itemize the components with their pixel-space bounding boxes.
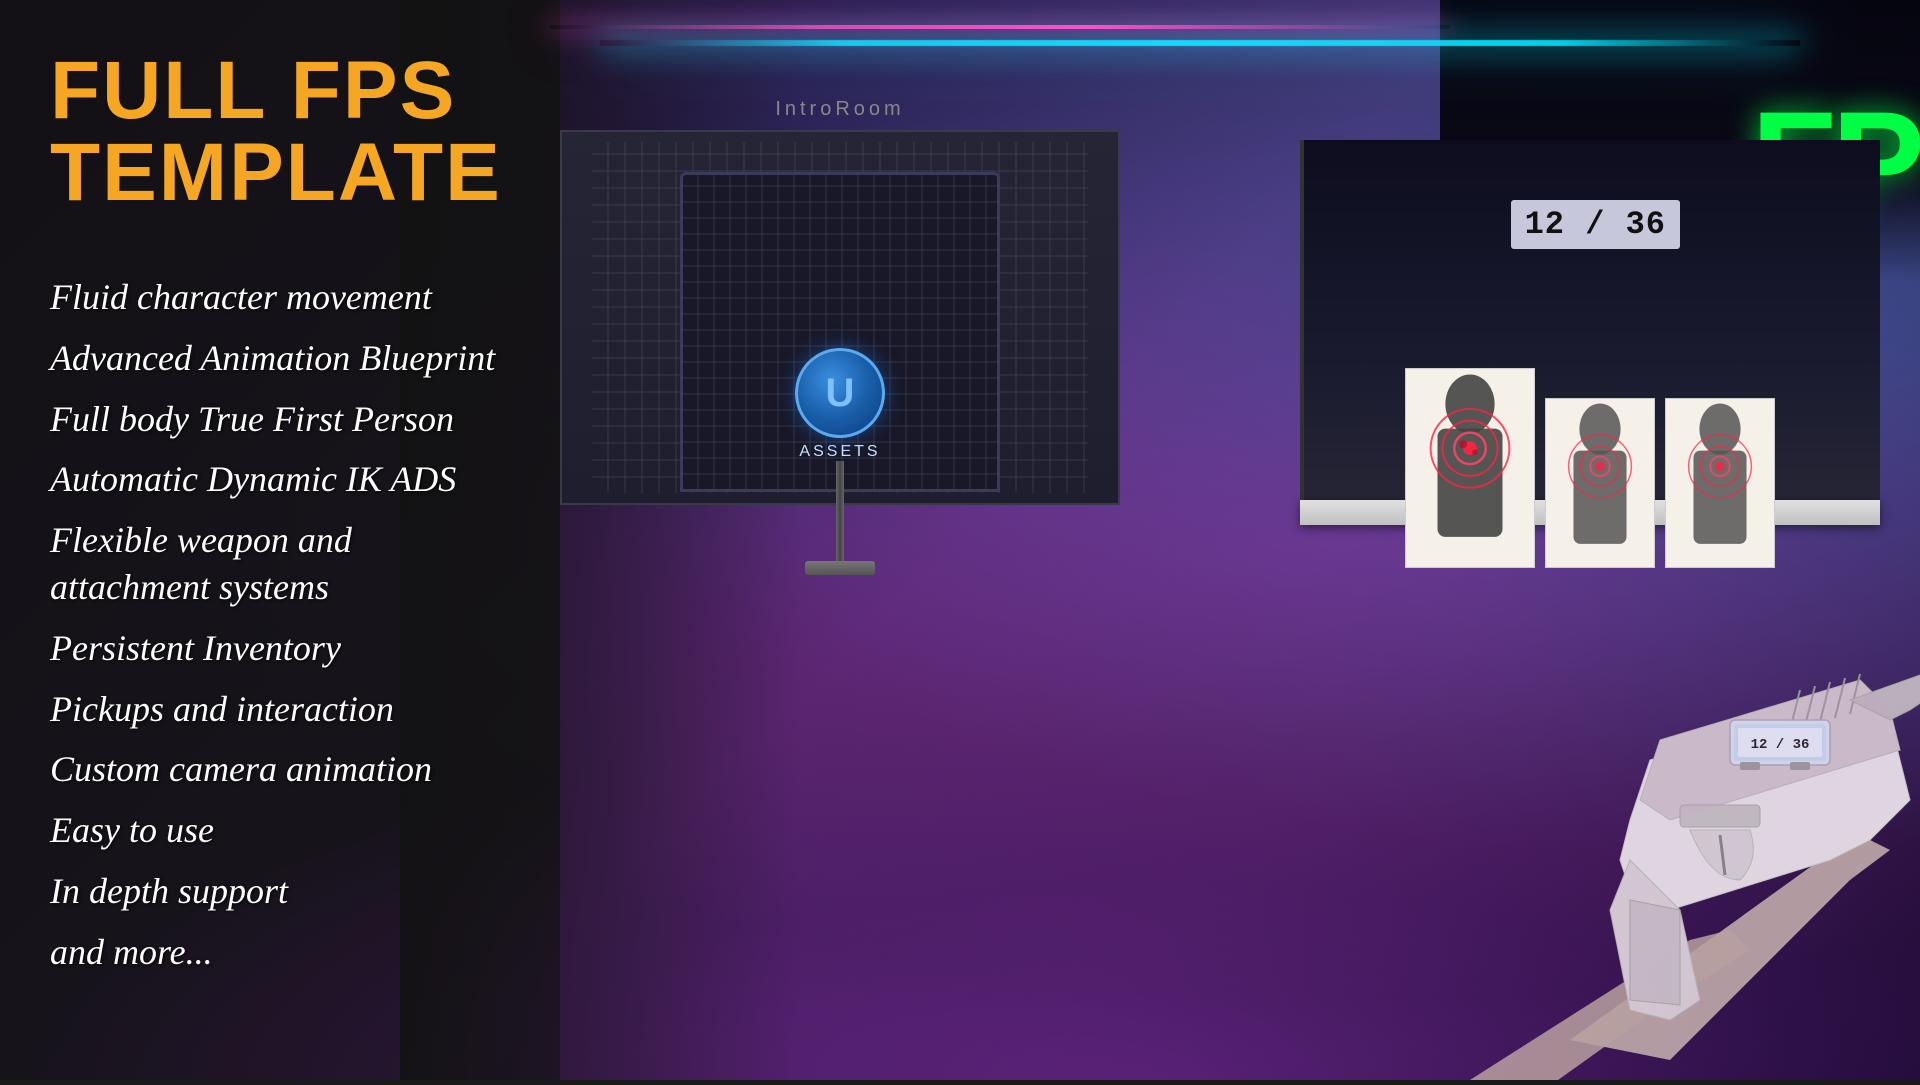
- feature-item: Advanced Animation Blueprint: [50, 335, 510, 382]
- feature-list: Fluid character movement Advanced Animati…: [50, 274, 510, 976]
- gun-svg: 12 / 36: [1170, 460, 1920, 1080]
- ammo-counter: 12 / 36: [1511, 200, 1680, 249]
- shooting-range-back-wall: IntroRoom U ASSETS: [560, 130, 1120, 630]
- feature-item: and more...: [50, 929, 510, 976]
- feature-item: Pickups and interaction: [50, 686, 510, 733]
- feature-item: Custom camera animation: [50, 746, 510, 793]
- neon-pink-line: [550, 25, 1450, 29]
- feature-item: Easy to use: [50, 807, 510, 854]
- feature-item: Persistent Inventory: [50, 625, 510, 672]
- room-label: IntroRoom: [775, 98, 904, 121]
- weapon-display: 12 / 36: [1170, 460, 1920, 1080]
- logo-assets: ASSETS: [799, 443, 880, 461]
- page-title: FULL FPS TEMPLATE: [50, 50, 510, 214]
- feature-item: Flexible weapon and attachment systems: [50, 517, 510, 611]
- logo-stand: U ASSETS: [795, 348, 885, 575]
- feature-item: Automatic Dynamic IK ADS: [50, 456, 510, 503]
- neon-cyan-line: [600, 40, 1800, 46]
- feature-item: In depth support: [50, 868, 510, 915]
- feature-item: Full body True First Person: [50, 396, 510, 443]
- logo-letter: U: [826, 371, 855, 416]
- logo-circle: U: [795, 348, 885, 438]
- stand-base: [805, 561, 875, 575]
- stand-pole: [836, 461, 844, 561]
- content-panel: FULL FPS TEMPLATE Fluid character moveme…: [0, 0, 560, 1080]
- feature-item: Fluid character movement: [50, 274, 510, 321]
